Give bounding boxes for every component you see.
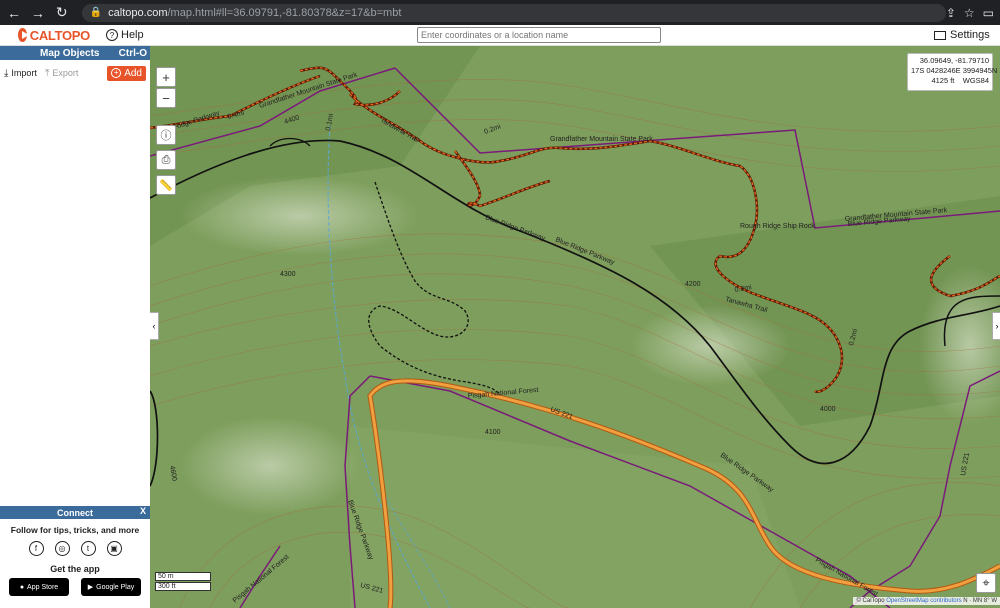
import-button[interactable]: ⤓ Import	[4, 68, 37, 79]
help-icon: ?	[106, 29, 118, 41]
connect-header: Connect X	[0, 506, 150, 519]
utm-readout: 17S 0428246E 3994945N	[911, 66, 998, 75]
apple-icon: ●	[19, 583, 25, 591]
label-gm-state-park: Grandfather Mountain State Park	[550, 136, 653, 143]
plus-icon: +	[111, 68, 122, 78]
app-store-label: App Store	[27, 583, 59, 591]
locate-me-icon[interactable]: ⌖	[976, 573, 996, 593]
upload-icon: ⤒	[44, 67, 50, 79]
label-contour: 4200	[685, 281, 701, 288]
scale-bar: 50 m 300 ft	[155, 572, 211, 592]
import-label: Import	[11, 68, 37, 78]
map-objects-title: Map Objects	[40, 47, 100, 59]
back-icon[interactable]: ←	[4, 3, 24, 23]
print-icon[interactable]: ⎙	[156, 150, 176, 170]
follow-text: Follow for tips, tricks, and more	[10, 525, 140, 535]
logo-mark-icon	[18, 28, 29, 42]
caltopo-icon[interactable]: ▣	[106, 541, 122, 556]
label-contour: 4300	[280, 271, 296, 278]
lock-icon: 🔒	[89, 7, 103, 18]
label-rough-ridge: Rough Ridge Ship Rock	[740, 223, 815, 230]
caltopo-logo[interactable]: CALTOPO	[18, 28, 90, 43]
map-canvas[interactable]: Grandfather Mountain State Park Grandfat…	[150, 46, 1000, 608]
settings-button[interactable]: Settings	[934, 29, 990, 41]
attribution-suffix: N · MN 8° W	[963, 598, 997, 604]
monitor-icon	[934, 30, 946, 40]
download-icon: ⤓	[4, 67, 9, 79]
add-button[interactable]: + Add	[107, 65, 146, 81]
export-button[interactable]: ⤒ Export	[45, 68, 78, 79]
store-buttons: ● App Store ▶ Google Play	[0, 578, 150, 596]
map-objects-shortcut: Ctrl-O	[118, 47, 147, 59]
social-links: f ◎ t ▣	[0, 541, 150, 556]
add-label: Add	[124, 67, 142, 79]
scale-metric: 50 m	[155, 572, 211, 581]
collapse-sidebar-button[interactable]: ‹	[150, 312, 159, 340]
sidebar: Map Objects Ctrl-O ⤓ Import ⤒ Export + A…	[0, 46, 151, 608]
app-header: CALTOPO ? Help Settings	[0, 25, 1000, 46]
url-domain: caltopo.com	[108, 6, 168, 19]
info-icon[interactable]: ⓘ	[156, 125, 176, 145]
forward-icon[interactable]: →	[28, 3, 48, 23]
logo-text: CALTOPO	[29, 27, 91, 43]
share-icon[interactable]: ⇪	[946, 6, 956, 20]
topo-map-svg: Grandfather Mountain State Park Grandfat…	[150, 46, 1000, 608]
play-icon: ▶	[87, 584, 94, 591]
ridge-highlight	[180, 176, 420, 256]
datum-readout: WGS84	[962, 76, 989, 85]
osm-link[interactable]: OpenStreetMap contributors	[886, 598, 961, 604]
connect-panel: Connect X Follow for tips, tricks, and m…	[0, 506, 150, 608]
location-search-input[interactable]	[417, 27, 661, 43]
help-button[interactable]: ? Help	[106, 29, 144, 41]
cursor-coordinates-panel: 36.09649, -81.79710 17S 0428246E 3994945…	[907, 53, 998, 91]
connect-title: Connect	[57, 507, 93, 518]
address-bar[interactable]: 🔒 caltopo.com /map.html#ll=36.09791,-81.…	[81, 3, 946, 22]
settings-label: Settings	[950, 29, 990, 41]
tumblr-icon[interactable]: t	[80, 541, 96, 556]
get-app-label: Get the app	[50, 564, 100, 574]
map-attribution: © CalTopo OpenStreetMap contributors N ·…	[853, 597, 1000, 605]
expand-right-panel-button[interactable]: ›	[992, 312, 1000, 340]
elevation-readout: 4125 ft	[931, 76, 955, 85]
app-store-button[interactable]: ● App Store	[9, 578, 69, 596]
facebook-icon[interactable]: f	[28, 541, 44, 556]
scale-imperial: 300 ft	[155, 582, 211, 591]
attribution-prefix: © CalTopo	[856, 598, 885, 604]
close-connect-button[interactable]: X	[140, 506, 146, 516]
google-play-button[interactable]: ▶ Google Play	[81, 578, 141, 596]
help-label: Help	[121, 29, 144, 41]
url-path: /map.html#ll=36.09791,-81.80378&z=17&b=m…	[167, 6, 402, 19]
instagram-icon[interactable]: ◎	[54, 541, 70, 556]
map-objects-header: Map Objects Ctrl-O	[0, 46, 150, 60]
label-contour: 4000	[820, 406, 836, 413]
bookmark-star-icon[interactable]: ☆	[964, 6, 975, 20]
measure-ruler-icon[interactable]: 📏	[156, 175, 176, 195]
window-icon[interactable]: ▭	[983, 6, 994, 20]
ridge-highlight	[180, 416, 360, 516]
export-label: Export	[52, 68, 79, 78]
browser-toolbar: ← → ↻ 🔒 caltopo.com /map.html#ll=36.0979…	[0, 0, 1000, 25]
reload-icon[interactable]: ↻	[52, 3, 72, 23]
sidebar-toolbar: ⤓ Import ⤒ Export + Add	[0, 63, 150, 83]
latlon-readout: 36.09649, -81.79710	[919, 56, 989, 65]
zoom-in-button[interactable]: +	[156, 67, 176, 87]
zoom-out-button[interactable]: −	[156, 88, 176, 108]
google-play-label: Google Play	[96, 583, 135, 591]
label-contour: 4100	[485, 429, 501, 436]
